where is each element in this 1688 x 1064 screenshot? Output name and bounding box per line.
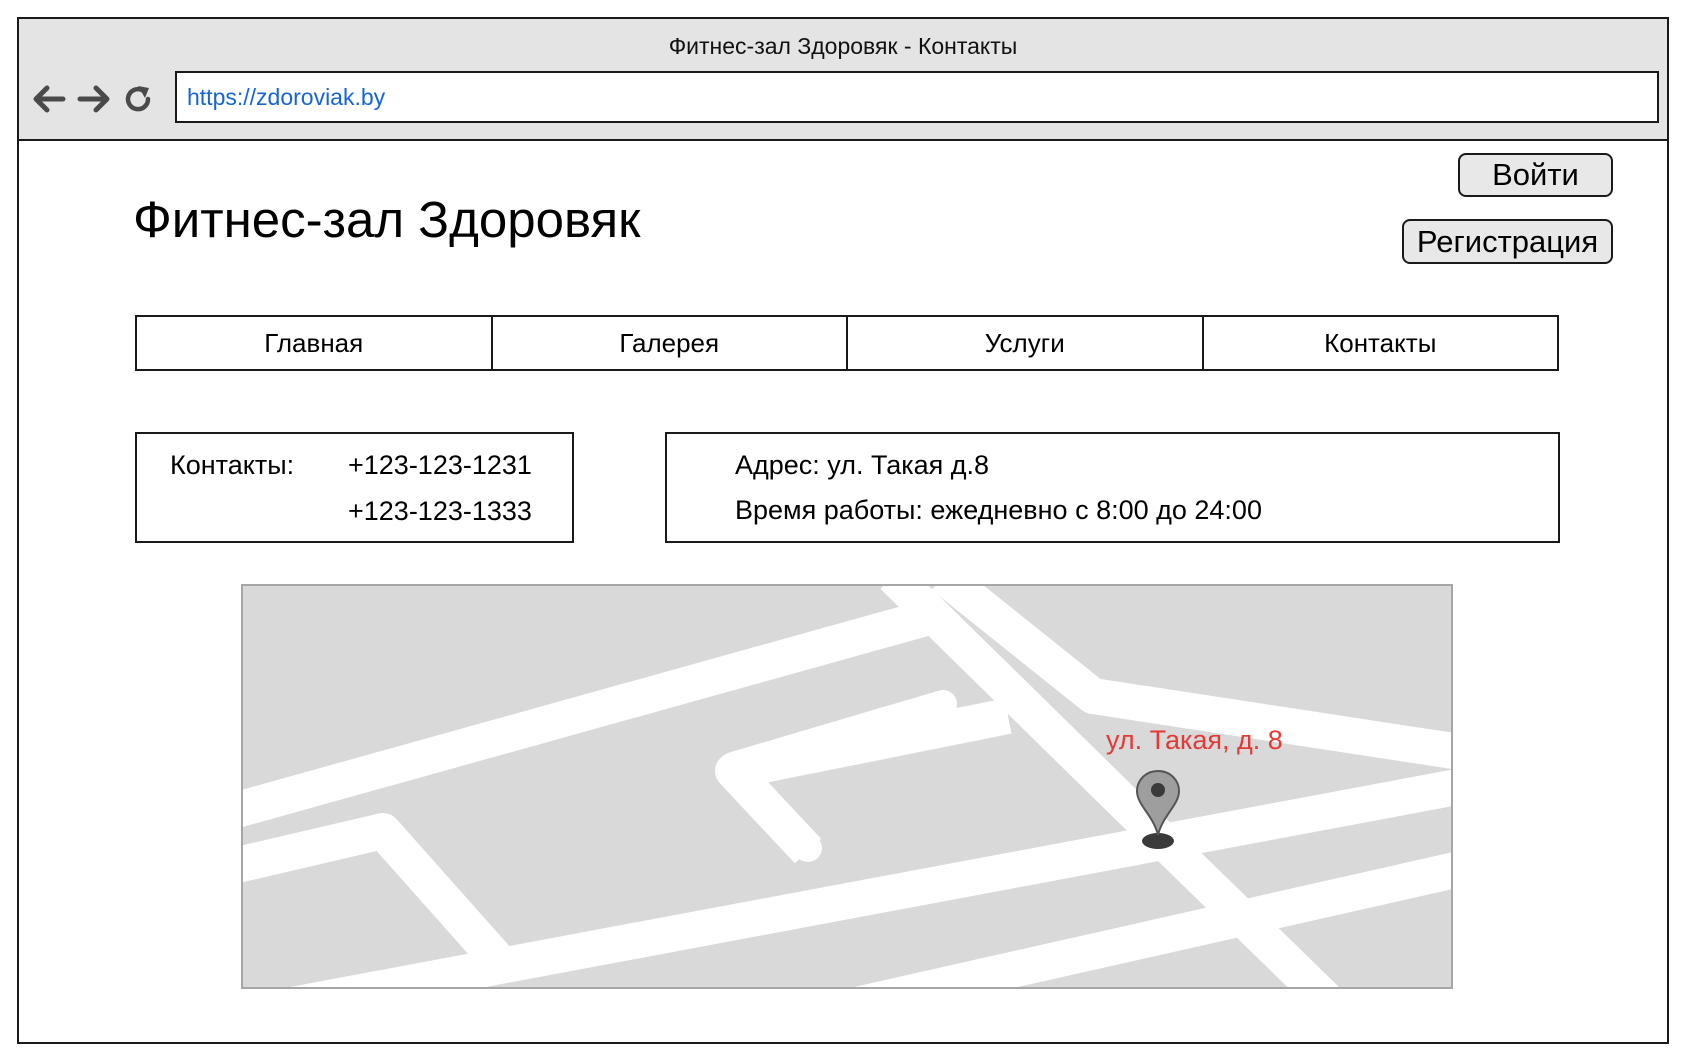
reload-button[interactable] — [118, 79, 158, 119]
address-panel: Адрес: ул. Такая д.8 Время работы: ежедн… — [665, 432, 1560, 543]
map-marker-label: ул. Такая, д. 8 — [1106, 725, 1283, 755]
address-bar[interactable]: https://zdoroviak.by — [175, 71, 1659, 123]
map-roads — [243, 586, 1451, 987]
contacts-label: Контакты: — [170, 450, 295, 480]
phone-1: +123-123-1231 — [348, 450, 532, 480]
nav-item-contacts[interactable]: Контакты — [1204, 317, 1558, 369]
arrow-left-icon — [33, 85, 66, 113]
back-button[interactable] — [29, 79, 69, 119]
browser-window: Фитнес-зал Здоровяк - Контакты https://z… — [17, 17, 1669, 1044]
login-button[interactable]: Войти — [1458, 153, 1613, 197]
reload-icon — [125, 86, 151, 112]
url-text: https://zdoroviak.by — [187, 83, 386, 110]
address-text: Адрес: ул. Такая д.8 — [735, 450, 990, 480]
hours-text: Время работы: ежедневно с 8:00 до 24:00 — [735, 495, 1262, 525]
arrow-right-icon — [77, 85, 110, 113]
register-button[interactable]: Регистрация — [1402, 219, 1613, 264]
main-nav: Главная Галерея Услуги Контакты — [135, 315, 1559, 371]
site-title: Фитнес-зал Здоровяк — [133, 191, 641, 248]
forward-button[interactable] — [74, 79, 114, 119]
nav-item-services[interactable]: Услуги — [848, 317, 1204, 369]
browser-chrome: Фитнес-зал Здоровяк - Контакты https://z… — [19, 19, 1667, 141]
contacts-panel: Контакты: +123-123-1231 +123-123-1333 — [135, 432, 574, 543]
window-title: Фитнес-зал Здоровяк - Контакты — [668, 33, 1018, 59]
nav-item-gallery[interactable]: Галерея — [493, 317, 848, 369]
phone-2: +123-123-1333 — [348, 496, 532, 526]
nav-item-home[interactable]: Главная — [137, 317, 493, 369]
location-map[interactable]: ул. Такая, д. 8 — [241, 584, 1453, 989]
